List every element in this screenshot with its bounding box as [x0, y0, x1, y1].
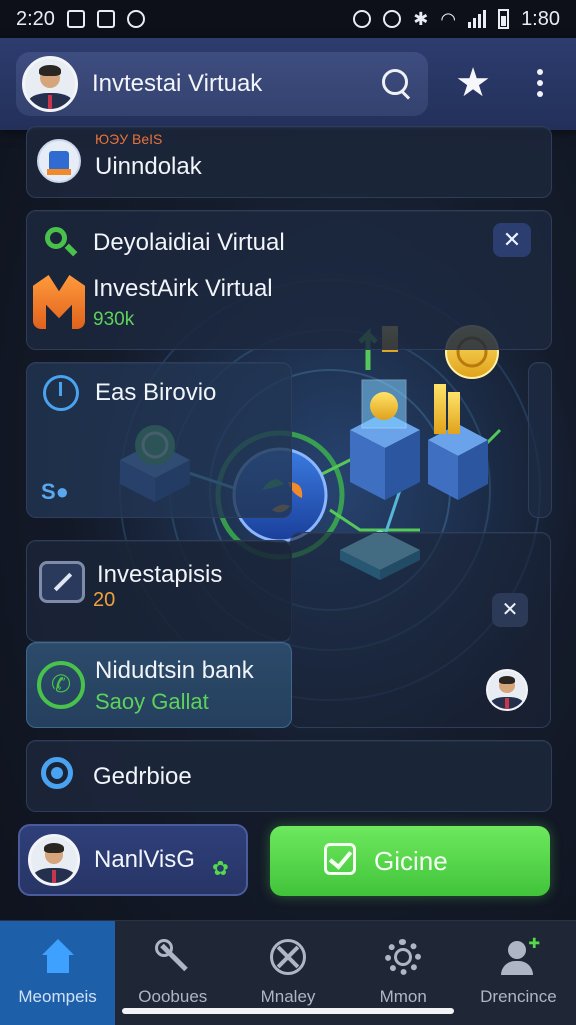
timer-icon — [43, 375, 79, 411]
compass-icon — [268, 937, 308, 977]
card-right-panel: ✕ — [290, 532, 551, 728]
status-time-right: 1:80 — [521, 7, 560, 30]
confirm-button[interactable]: Gicine — [270, 826, 550, 896]
home-indicator[interactable] — [122, 1008, 454, 1014]
nav-label: Ooobues — [138, 987, 208, 1006]
tools-close-icon[interactable]: ✕ — [492, 593, 528, 627]
server-stack-right — [428, 325, 499, 500]
card-label: Nidudtsin bank — [95, 657, 254, 684]
nav-item-profile[interactable]: ✚ Drencince — [461, 921, 576, 1025]
bluetooth-icon: ✱ — [413, 8, 429, 29]
status-time: 2:20 — [16, 7, 55, 30]
card-investapisis[interactable]: Investapisis 20 — [26, 540, 292, 642]
status-right: ✱ ◠ 1:80 — [353, 8, 560, 31]
profile-button-label: NanlVisG — [94, 846, 195, 873]
card-value: 20 — [93, 589, 116, 611]
card-label: Gedrbioe — [93, 763, 192, 790]
nav-label: Drencince — [480, 987, 557, 1006]
gear-icon — [383, 937, 423, 977]
alarm-icon — [383, 10, 402, 28]
signal-icon — [468, 10, 487, 28]
close-icon[interactable]: ✕ — [493, 223, 531, 257]
app-notification-icon — [96, 10, 115, 28]
search-bar[interactable]: Invtestai Virtuak — [16, 52, 428, 116]
phone-icon: ✆ — [37, 661, 85, 709]
card-value: 930k — [93, 309, 135, 330]
status-left: 2:20 — [16, 8, 145, 31]
profile-avatar[interactable] — [22, 56, 78, 112]
nav-item-home[interactable]: Meompeis — [0, 921, 116, 1025]
settings-badge-icon: ✿ — [212, 858, 229, 880]
user-avatar — [28, 834, 80, 886]
home-icon — [38, 937, 78, 977]
confirm-button-label: Gicine — [374, 846, 448, 876]
search-icon[interactable] — [376, 64, 416, 104]
message-icon — [126, 10, 145, 28]
card-label: Uinndolak — [95, 153, 202, 180]
lock-icon — [353, 10, 372, 28]
server-stack-center — [350, 326, 420, 500]
chart-badge-icon — [37, 139, 81, 183]
card-sub-label: Saoy Gallat — [95, 689, 209, 714]
notification-icon — [66, 10, 85, 28]
star-icon[interactable]: ★ — [452, 62, 494, 104]
contact-avatar[interactable] — [486, 669, 528, 711]
profile-action-button[interactable]: NanlVisG ✿ — [18, 824, 248, 896]
app-bar: Invtestai Virtuak ★ — [0, 38, 576, 130]
card-label: Deyolaidiai Virtual — [93, 229, 285, 256]
card-sub-label: InvestAirk Virtual — [93, 275, 273, 302]
nav-label: Mnaley — [260, 987, 316, 1006]
more-options-icon[interactable] — [528, 62, 552, 104]
card-bank[interactable]: ✆ Nidudtsin bank Saoy Gallat — [26, 642, 292, 728]
status-bar: 2:20 ✱ ◠ 1:80 — [0, 0, 576, 38]
edit-gauge-icon — [39, 561, 85, 603]
battery-icon — [498, 9, 510, 29]
card-code: S● — [41, 479, 69, 504]
card-label: Investapisis — [97, 561, 223, 588]
wifi-icon: ◠ — [440, 8, 457, 29]
search-chart-icon — [43, 225, 78, 259]
card-uinndolak[interactable]: ЮЭУ ВеIS Uinndolak — [26, 126, 552, 198]
check-icon — [324, 843, 356, 875]
card-top-label: ЮЭУ ВеIS — [95, 131, 163, 147]
nav-label: Meompeis — [18, 987, 97, 1006]
card-eas-birovio[interactable]: Eas Birovio S● — [26, 362, 292, 518]
nav-label: Mmon — [379, 987, 427, 1006]
card-label: Eas Birovio — [95, 379, 217, 406]
tools-icon — [153, 937, 193, 977]
investair-logo-icon — [33, 275, 85, 329]
search-pin-icon — [41, 757, 79, 795]
search-title: Invtestai Virtuak — [92, 70, 263, 97]
card-virtual-investment[interactable]: Deyolaidiai Virtual ✕ InvestAirk Virtual… — [26, 210, 552, 350]
user-add-icon: ✚ — [498, 935, 540, 977]
card-right-panel-top — [528, 362, 552, 518]
card-gedrbioe[interactable]: Gedrbioe — [26, 740, 552, 812]
